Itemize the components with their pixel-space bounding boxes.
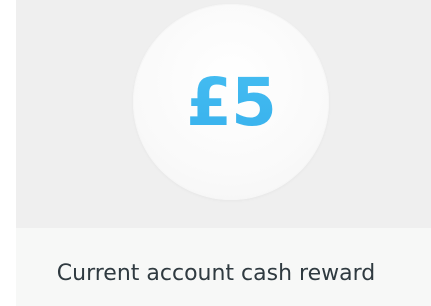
reward-caption-area: Current account cash reward [16, 228, 431, 306]
reward-card: £5 Current account cash reward [0, 0, 431, 306]
reward-caption: Current account cash reward [56, 261, 376, 286]
reward-hero: £5 [16, 0, 431, 228]
reward-badge: £5 [133, 4, 329, 200]
reward-amount: £5 [133, 4, 329, 200]
